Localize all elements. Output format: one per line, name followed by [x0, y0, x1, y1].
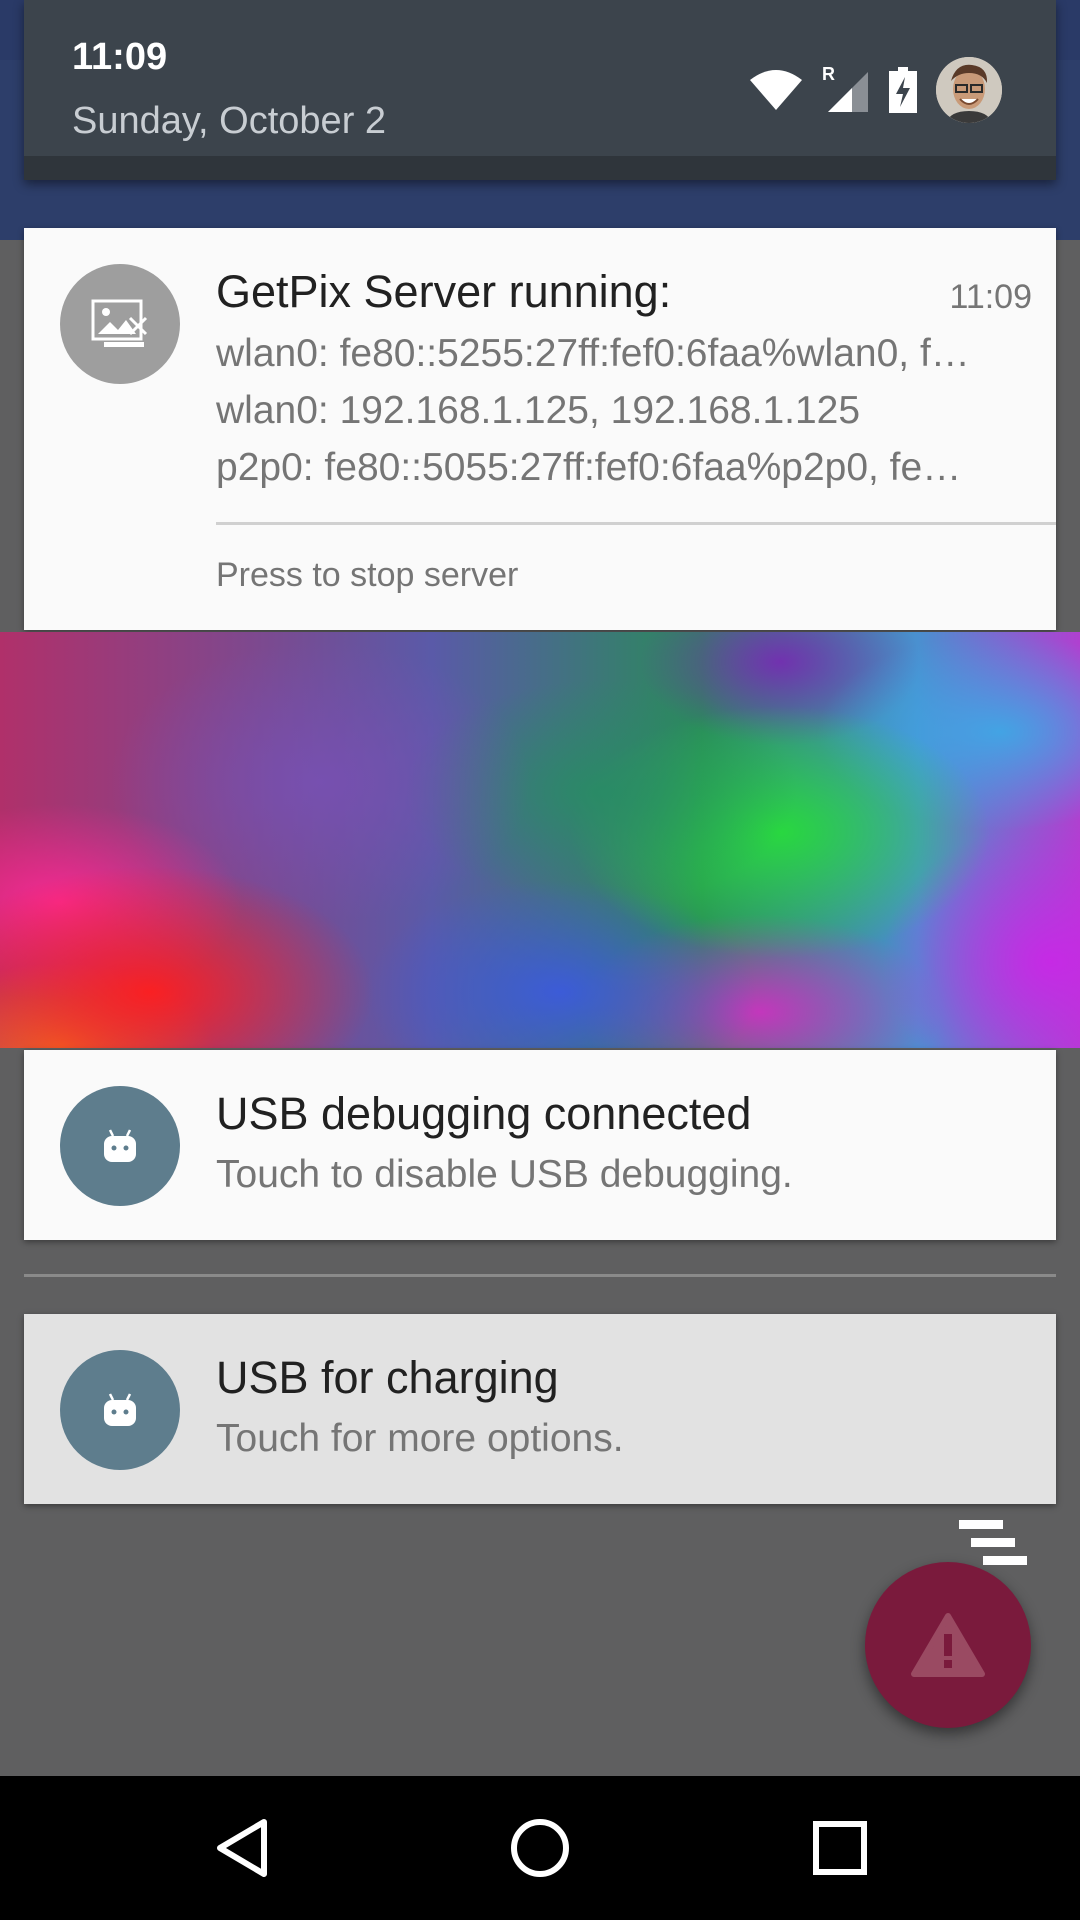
stop-server-action[interactable]: Press to stop server	[216, 556, 518, 595]
recents-button[interactable]	[768, 1776, 912, 1920]
clock: 11:09	[72, 36, 168, 78]
notification-title: USB debugging connected	[216, 1088, 752, 1139]
notification-text: Touch for more options.	[216, 1417, 624, 1460]
warning-icon	[911, 1613, 985, 1677]
user-avatar[interactable]	[936, 57, 1002, 123]
battery-charging-icon	[889, 67, 917, 113]
notification-usb-charging[interactable]: USB for charging Touch for more options.	[24, 1314, 1056, 1504]
status-icons: R	[748, 56, 1002, 124]
back-icon	[217, 1819, 267, 1877]
notification-divider	[216, 522, 1056, 525]
date: Sunday, October 2	[72, 100, 387, 142]
home-icon	[511, 1819, 569, 1877]
android-app-icon	[60, 1350, 180, 1470]
wifi-icon	[750, 70, 802, 110]
notification-title: GetPix Server running:	[216, 266, 672, 317]
notification-shade-header[interactable]: 11:09 Sunday, October 2 R	[24, 0, 1056, 180]
home-button[interactable]	[468, 1776, 612, 1920]
notification-line: wlan0: fe80::5255:27ff:fef0:6faa%wlan0, …	[216, 332, 970, 375]
navigation-bar	[0, 1776, 1080, 1920]
shade-header-edge	[24, 156, 1056, 180]
notification-line: wlan0: 192.168.1.125, 192.168.1.125	[216, 389, 861, 432]
notification-title: USB for charging	[216, 1352, 559, 1403]
recents-icon	[813, 1821, 867, 1875]
notification-usb-debugging[interactable]: USB debugging connected Touch to disable…	[24, 1050, 1056, 1240]
clear-all-icon[interactable]	[955, 1518, 1031, 1570]
back-button[interactable]	[170, 1776, 314, 1920]
notification-text: Touch to disable USB debugging.	[216, 1153, 793, 1196]
getpix-app-icon	[60, 264, 180, 384]
notification-getpix-server[interactable]: GetPix Server running: 11:09 wlan0: fe80…	[24, 228, 1056, 630]
image-server-icon	[91, 299, 148, 347]
android-icon	[104, 1129, 136, 1162]
notification-big-picture[interactable]	[0, 632, 1080, 1048]
android-icon	[104, 1393, 136, 1426]
roaming-indicator: R	[822, 66, 835, 84]
android-app-icon	[60, 1086, 180, 1206]
notification-time: 11:09	[949, 278, 1032, 316]
notification-group-divider	[24, 1274, 1056, 1277]
notification-line: p2p0: fe80::5055:27ff:fef0:6faa%p2p0, fe…	[216, 446, 962, 489]
cell-signal-icon: R	[822, 66, 868, 112]
alert-fab-button[interactable]	[865, 1562, 1031, 1728]
